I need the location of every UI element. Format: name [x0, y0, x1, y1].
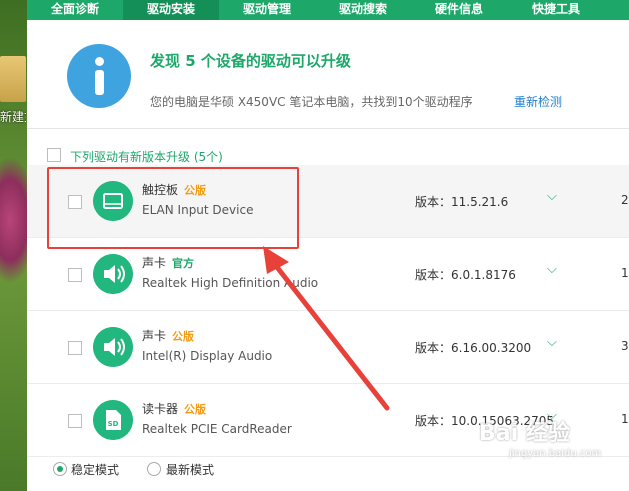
driver-badge: 公版 — [184, 403, 207, 416]
driver-name: 声卡 — [142, 329, 167, 343]
watermark-url: jingyan.baidu.com — [509, 448, 602, 459]
latest-mode-label: 最新模式 — [166, 463, 215, 477]
rescan-link[interactable]: 重新检测 — [514, 93, 562, 110]
tab-driver-manage[interactable]: 驱动管理 — [219, 0, 315, 20]
driver-model: Intel(R) Display Audio — [142, 349, 273, 363]
tab-hardware-info[interactable]: 硬件信息 — [411, 0, 507, 20]
speaker-icon — [93, 327, 133, 367]
row-checkbox[interactable] — [68, 268, 82, 282]
section-label: 下列驱动有新版本升级 (5个) — [70, 150, 223, 164]
chevron-down-icon[interactable]: ⌵ — [547, 262, 557, 277]
tab-driver-search[interactable]: 驱动搜索 — [315, 0, 411, 20]
highlight-box — [47, 167, 299, 249]
speaker-icon — [93, 254, 133, 294]
driver-extra: 3 — [621, 339, 629, 353]
tab-diagnosis[interactable]: 全面诊断 — [27, 0, 123, 20]
driver-version: 版本：6.16.00.3200 — [415, 341, 532, 355]
driver-badge: 公版 — [172, 330, 195, 343]
driver-version: 版本：6.0.1.8176 — [415, 268, 516, 282]
latest-mode-radio[interactable] — [147, 462, 161, 476]
driver-name: 读卡器 — [142, 402, 179, 416]
folder-icon[interactable] — [0, 56, 26, 102]
row-checkbox[interactable] — [68, 414, 82, 428]
tab-bar: 全面诊断 驱动安装 驱动管理 驱动搜索 硬件信息 快捷工具 — [27, 0, 629, 20]
sd-card-icon: SD — [93, 400, 133, 440]
driver-extra: 1 — [621, 412, 629, 426]
tab-driver-install[interactable]: 驱动安装 — [123, 0, 219, 20]
stable-mode-radio[interactable] — [53, 462, 67, 476]
svg-text:SD: SD — [108, 420, 119, 428]
device-summary: 您的电脑是华硕 X450VC 笔记本电脑，共找到10个驱动程序 — [150, 95, 473, 109]
driver-model: Realtek PCIE CardReader — [142, 422, 292, 436]
select-all-checkbox[interactable] — [47, 148, 61, 162]
driver-name: 声卡 — [142, 256, 167, 270]
tab-quick-tools[interactable]: 快捷工具 — [507, 0, 605, 20]
folder-label: 新建文 — [0, 110, 26, 124]
info-icon — [67, 44, 131, 108]
row-checkbox[interactable] — [68, 341, 82, 355]
watermark: Bai 经验 — [479, 421, 570, 446]
driver-badge: 官方 — [172, 257, 195, 270]
driver-extra: 1 — [621, 266, 629, 280]
stable-mode-label: 稳定模式 — [71, 463, 120, 477]
divider — [27, 128, 629, 129]
driver-row[interactable]: 声卡 公版 Intel(R) Display Audio 版本：6.16.00.3… — [27, 311, 629, 384]
chevron-down-icon[interactable]: ⌵ — [547, 335, 557, 350]
driver-extra: 2 — [621, 193, 629, 207]
page-title: 发现 5 个设备的驱动可以升级 — [150, 52, 351, 70]
chevron-down-icon[interactable]: ⌵ — [547, 189, 557, 204]
driver-version: 版本：11.5.21.6 — [415, 195, 509, 209]
driver-app-window: 全面诊断 驱动安装 驱动管理 驱动搜索 硬件信息 快捷工具 发现 5 个设备的驱… — [27, 0, 629, 491]
driver-model: Realtek High Definition Audio — [142, 276, 319, 290]
